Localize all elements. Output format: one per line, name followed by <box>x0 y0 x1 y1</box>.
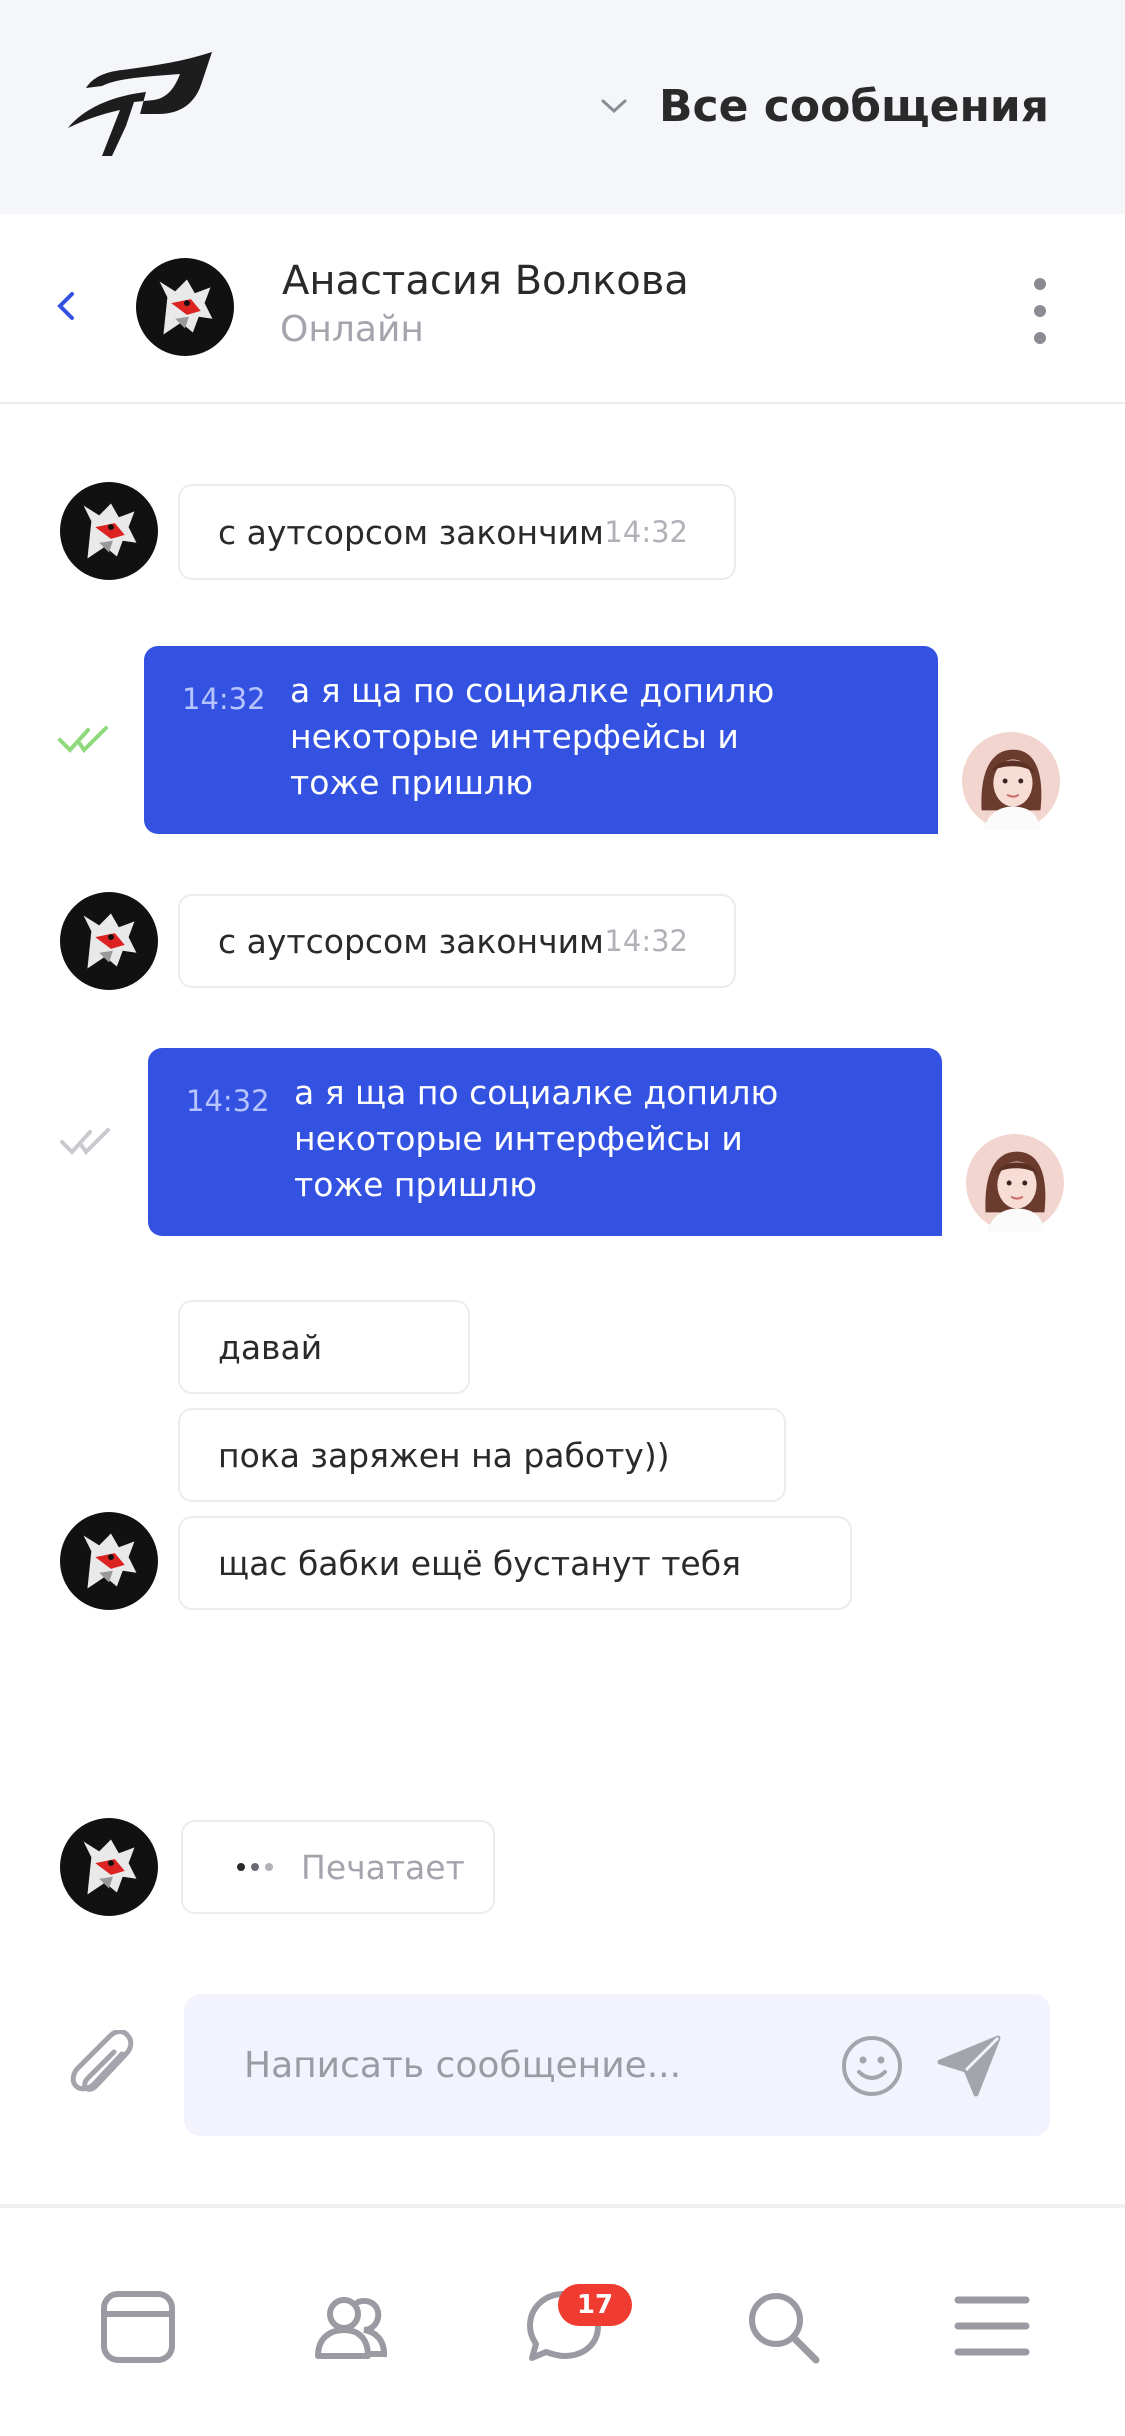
message-text: щас бабки ещё бустанут тебя <box>218 1543 741 1583</box>
chevron-down-icon <box>601 99 627 114</box>
message-outgoing[interactable]: 14:32 а я ща по социалке допилю некоторы… <box>144 646 938 834</box>
top-bar: Все сообщения <box>0 0 1125 214</box>
chat-header: Анастасия Волкова Онлайн <box>0 214 1125 404</box>
smiley-icon[interactable] <box>840 2034 904 2098</box>
message-text: с аутсорсом закончим <box>218 921 604 961</box>
message-time: 14:32 <box>604 924 688 958</box>
message-text: давай <box>218 1327 323 1367</box>
read-checks-icon <box>58 724 110 754</box>
message-input-wrap <box>184 1994 1050 2136</box>
brand-logo[interactable] <box>62 52 212 156</box>
typing-label: Печатает <box>301 1847 465 1887</box>
avatar[interactable] <box>60 892 158 990</box>
more-vertical-icon[interactable] <box>1030 276 1050 346</box>
message-incoming[interactable]: давай <box>178 1300 470 1394</box>
friends-icon[interactable] <box>308 2284 392 2368</box>
contact-status: Онлайн <box>280 309 424 350</box>
filter-dropdown[interactable]: Все сообщения <box>597 78 1049 134</box>
avatar[interactable] <box>60 1512 158 1610</box>
message-time: 14:32 <box>604 515 688 549</box>
message-text: а я ща по социалке допилю некоторые инте… <box>290 671 775 802</box>
message-text: с аутсорсом закончим <box>218 512 604 552</box>
bottom-tab-bar <box>0 2204 1125 2436</box>
menu-icon[interactable] <box>950 2284 1034 2368</box>
paperclip-icon[interactable] <box>66 2030 144 2108</box>
typing-indicator: Печатает <box>181 1820 495 1914</box>
avatar[interactable] <box>60 482 158 580</box>
feed-icon[interactable] <box>96 2284 180 2368</box>
search-icon[interactable] <box>740 2284 824 2368</box>
avatar[interactable] <box>962 732 1060 830</box>
message-outgoing[interactable]: 14:32 а я ща по социалке допилю некоторы… <box>148 1048 942 1236</box>
message-time: 14:32 <box>182 682 266 716</box>
message-incoming[interactable]: пока заряжен на работу)) <box>178 1408 786 1502</box>
message-input[interactable] <box>244 2030 804 2100</box>
unread-badge: 17 <box>558 2284 632 2326</box>
contact-avatar[interactable] <box>136 258 234 356</box>
chevron-left-icon[interactable] <box>52 286 82 326</box>
message-time: 14:32 <box>186 1084 270 1118</box>
sent-checks-icon <box>60 1126 112 1156</box>
avatar[interactable] <box>966 1134 1064 1232</box>
message-incoming[interactable]: с аутсорсом закончим 14:32 <box>178 484 736 580</box>
message-text: а я ща по социалке допилю некоторые инте… <box>294 1073 779 1204</box>
message-incoming[interactable]: с аутсорсом закончим 14:32 <box>178 894 736 988</box>
message-incoming[interactable]: щас бабки ещё бустанут тебя <box>178 1516 852 1610</box>
contact-name[interactable]: Анастасия Волкова <box>282 258 689 304</box>
filter-label: Все сообщения <box>658 80 1049 132</box>
typing-dots-icon <box>237 1863 273 1871</box>
avatar[interactable] <box>60 1818 158 1916</box>
send-icon[interactable] <box>936 2034 1002 2098</box>
message-composer <box>0 1990 1125 2140</box>
message-text: пока заряжен на работу)) <box>218 1435 670 1475</box>
